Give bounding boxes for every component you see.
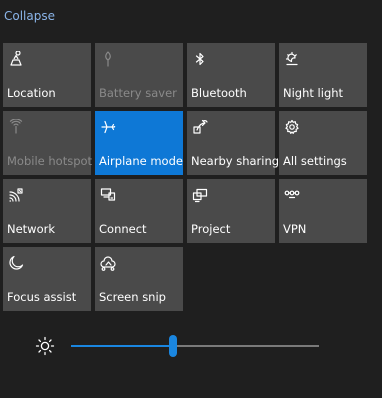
- project-icon: [192, 187, 208, 203]
- airplane-mode-label: Airplane mode: [99, 154, 183, 168]
- brightness-slider-fill: [71, 345, 173, 347]
- screen-snip-tile[interactable]: Screen snip: [95, 247, 183, 311]
- vpn-icon: [284, 187, 300, 203]
- mobile-hotspot-label: Mobile hotspot: [7, 154, 93, 168]
- project-label: Project: [191, 222, 231, 236]
- quick-actions-grid: Location Battery saver Bluetooth Night l…: [3, 43, 367, 311]
- battery-saver-label: Battery saver: [99, 86, 177, 100]
- gear-icon: [284, 119, 300, 135]
- vpn-tile[interactable]: VPN: [279, 179, 367, 243]
- battery-saver-icon: [100, 51, 116, 67]
- moon-icon: [8, 255, 24, 271]
- brightness-slider-track[interactable]: [71, 345, 319, 347]
- nearby-sharing-label: Nearby sharing: [191, 154, 280, 168]
- connect-icon: [100, 187, 116, 203]
- brightness-control: [0, 330, 382, 362]
- brightness-slider-thumb[interactable]: [169, 335, 177, 357]
- connect-tile[interactable]: Connect: [95, 179, 183, 243]
- collapse-link[interactable]: Collapse: [4, 9, 55, 23]
- location-tile[interactable]: Location: [3, 43, 91, 107]
- night-light-icon: [284, 51, 300, 67]
- bluetooth-tile[interactable]: Bluetooth: [187, 43, 275, 107]
- night-light-label: Night light: [283, 86, 344, 100]
- all-settings-label: All settings: [283, 154, 347, 168]
- mobile-hotspot-tile[interactable]: Mobile hotspot: [3, 111, 93, 175]
- mobile-hotspot-icon: [8, 119, 24, 135]
- location-label: Location: [7, 86, 56, 100]
- connect-label: Connect: [99, 222, 147, 236]
- screen-snip-label: Screen snip: [99, 290, 166, 304]
- night-light-tile[interactable]: Night light: [279, 43, 367, 107]
- bluetooth-icon: [192, 51, 208, 67]
- focus-assist-tile[interactable]: Focus assist: [3, 247, 91, 311]
- airplane-icon: [100, 119, 116, 135]
- airplane-mode-tile[interactable]: Airplane mode: [95, 111, 183, 175]
- screen-snip-icon: [100, 255, 116, 271]
- focus-assist-label: Focus assist: [7, 290, 77, 304]
- bluetooth-label: Bluetooth: [191, 86, 247, 100]
- network-icon: [8, 187, 24, 203]
- nearby-sharing-tile[interactable]: Nearby sharing: [187, 111, 279, 175]
- project-tile[interactable]: Project: [187, 179, 275, 243]
- vpn-label: VPN: [283, 222, 307, 236]
- network-tile[interactable]: Network: [3, 179, 91, 243]
- location-icon: [8, 51, 24, 67]
- network-label: Network: [7, 222, 56, 236]
- all-settings-tile[interactable]: All settings: [279, 111, 367, 175]
- sun-icon: [35, 336, 55, 356]
- battery-saver-tile[interactable]: Battery saver: [95, 43, 183, 107]
- nearby-sharing-icon: [192, 119, 208, 135]
